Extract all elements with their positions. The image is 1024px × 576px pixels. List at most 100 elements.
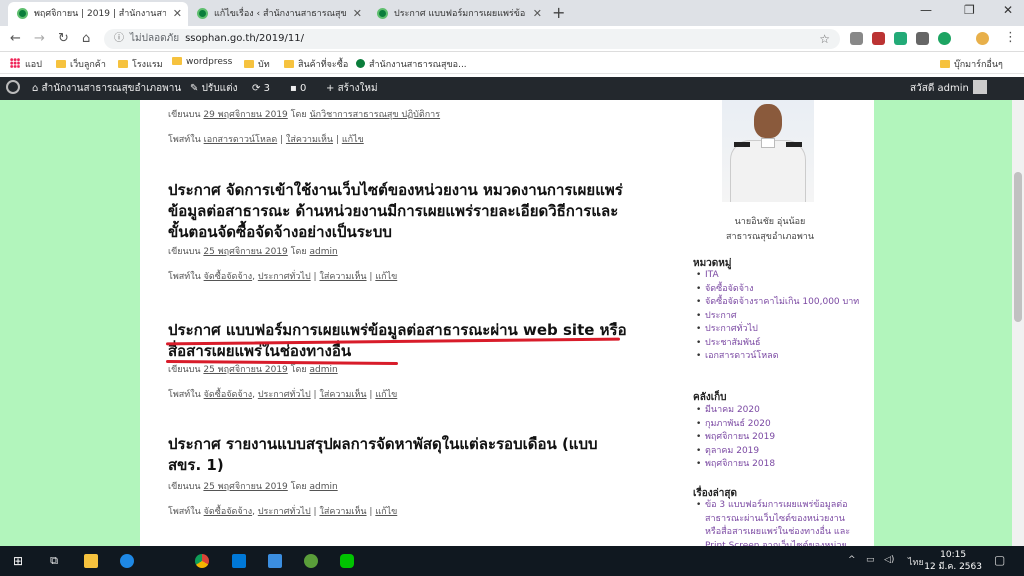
pdf-extension-icon[interactable] bbox=[872, 32, 885, 45]
close-tab-icon[interactable]: ✕ bbox=[353, 2, 362, 26]
category-link[interactable]: ประกาศทั่วไป bbox=[258, 272, 311, 282]
grammarly-extension-icon[interactable] bbox=[938, 32, 951, 45]
comment-link[interactable]: ใส่ความเห็น bbox=[319, 507, 366, 517]
chrome-icon[interactable] bbox=[195, 554, 209, 568]
app-icon[interactable] bbox=[304, 554, 318, 568]
bookmark-site[interactable]: สำนักงานสาธารณสุขอ... bbox=[356, 57, 467, 71]
bookmark-folder[interactable]: เว็บลูกค้า bbox=[56, 57, 106, 71]
category-item[interactable]: ประกาศทั่วไป bbox=[693, 323, 863, 337]
windows-start-icon[interactable]: ⊞ bbox=[8, 546, 28, 576]
edge-browser-icon[interactable] bbox=[120, 554, 134, 568]
edit-link[interactable]: แก้ไข bbox=[342, 135, 364, 145]
post-date-link[interactable]: 29 พฤศจิกายน 2019 bbox=[203, 110, 287, 120]
extension-icon[interactable] bbox=[916, 32, 929, 45]
maximize-button[interactable]: ❐ bbox=[964, 3, 975, 17]
store-icon[interactable] bbox=[232, 554, 246, 568]
clock-time: 10:15 bbox=[940, 550, 967, 560]
notification-icon[interactable]: ▢ bbox=[994, 553, 1005, 567]
author-link[interactable]: admin bbox=[309, 365, 337, 375]
extension-icon[interactable] bbox=[850, 32, 863, 45]
comment-link[interactable]: ใส่ความเห็น bbox=[286, 135, 333, 145]
archive-item[interactable]: กุมภาพันธ์ 2020 bbox=[693, 418, 863, 432]
category-item[interactable]: ประกาศ bbox=[693, 310, 863, 324]
category-item[interactable]: ประชาสัมพันธ์ bbox=[693, 337, 863, 351]
photo-epaulette bbox=[786, 142, 802, 147]
post-title[interactable]: ประกาศ รายงานแบบสรุปผลการจัดหาพัสดุในแต่… bbox=[168, 434, 628, 476]
category-item[interactable]: เอกสารดาวน์โหลด bbox=[693, 350, 863, 364]
author-link[interactable]: admin bbox=[309, 247, 337, 257]
close-tab-icon[interactable]: ✕ bbox=[173, 2, 182, 26]
wordpress-logo-icon[interactable] bbox=[6, 77, 20, 100]
category-item[interactable]: ITA bbox=[693, 269, 863, 283]
forward-arrow-icon[interactable]: → bbox=[34, 31, 45, 46]
tab-3[interactable]: ประกาศ แบบฟอร์มการเผยแพร่ข้อมูลต่ ✕ bbox=[368, 2, 548, 26]
extension-icon[interactable] bbox=[894, 32, 907, 45]
category-link[interactable]: จัดซื้อจัดจ้าง bbox=[204, 507, 252, 517]
archive-item[interactable]: ตุลาคม 2019 bbox=[693, 445, 863, 459]
archive-item[interactable]: พฤศจิกายน 2019 bbox=[693, 431, 863, 445]
archive-item[interactable]: พฤศจิกายน 2018 bbox=[693, 458, 863, 472]
bookmark-other[interactable]: บุ๊กมาร์กอื่นๆ bbox=[940, 57, 1003, 71]
close-tab-icon[interactable]: ✕ bbox=[533, 2, 542, 26]
back-arrow-icon[interactable]: ← bbox=[10, 31, 21, 46]
bookmark-folder[interactable]: wordpress bbox=[172, 57, 232, 67]
bookmark-apps[interactable]: แอป bbox=[10, 57, 42, 71]
author-link[interactable]: นักวิชาการสาธารณสุข ปฏิบัติการ bbox=[309, 110, 440, 120]
author-link[interactable]: admin bbox=[309, 482, 337, 492]
reload-icon[interactable]: ↻ bbox=[58, 31, 69, 46]
folder-icon bbox=[284, 60, 294, 68]
line-app-icon[interactable] bbox=[340, 554, 354, 568]
new-tab-button[interactable]: + bbox=[552, 3, 565, 22]
home-icon[interactable]: ⌂ bbox=[82, 31, 90, 46]
category-link[interactable]: ประกาศทั่วไป bbox=[258, 507, 311, 517]
admin-updates[interactable]: ⟳ 3 bbox=[252, 77, 270, 100]
post-date-link[interactable]: 25 พฤศจิกายน 2019 bbox=[203, 482, 287, 492]
category-link[interactable]: เอกสารดาวน์โหลด bbox=[204, 135, 278, 145]
edit-link[interactable]: แก้ไข bbox=[375, 272, 397, 282]
page-scrollbar[interactable] bbox=[1012, 100, 1024, 546]
post-date-link[interactable]: 25 พฤศจิกายน 2019 bbox=[203, 247, 287, 257]
category-item[interactable]: จัดซื้อจัดจ้างราคาไม่เกิน 100,000 บาท bbox=[693, 296, 863, 310]
edit-link[interactable]: แก้ไข bbox=[375, 390, 397, 400]
bookmark-folder[interactable]: สินค้าที่จะซื้อ bbox=[284, 57, 348, 71]
bookmark-folder[interactable]: บัท bbox=[244, 57, 270, 71]
recent-post-item[interactable]: ข้อ 3 แบบฟอร์มการเผยแพร่ข้อมูลต่อสาธารณะ… bbox=[693, 499, 853, 546]
category-item[interactable]: จัดซื้อจัดจ้าง bbox=[693, 283, 863, 297]
tray-chevron-icon[interactable]: ^ bbox=[848, 555, 856, 565]
bookmark-folder[interactable]: โรงแรม bbox=[118, 57, 163, 71]
post-footer: โพสท์ใน จัดซื้อจัดจ้าง, ประกาศทั่วไป | ใ… bbox=[168, 507, 398, 517]
input-language[interactable]: ไทย bbox=[908, 555, 924, 569]
scrollbar-thumb[interactable] bbox=[1014, 172, 1022, 322]
tab-1[interactable]: พฤศจิกายน | 2019 | สำนักงานสาธารณ ✕ bbox=[8, 2, 188, 26]
menu-kebab-icon[interactable]: ⋮ bbox=[1004, 30, 1017, 45]
post-date-link[interactable]: 25 พฤศจิกายน 2019 bbox=[203, 365, 287, 375]
archive-item[interactable]: มีนาคม 2020 bbox=[693, 404, 863, 418]
address-bar[interactable]: ⓘ ไม่ปลอดภัย ssophan.go.th/2019/11/ ☆ bbox=[104, 29, 840, 49]
admin-comments[interactable]: ▪ 0 bbox=[290, 77, 306, 100]
close-window-button[interactable]: ✕ bbox=[1003, 3, 1013, 17]
comment-link[interactable]: ใส่ความเห็น bbox=[319, 272, 366, 282]
admin-new[interactable]: + สร้างใหม่ bbox=[326, 77, 378, 100]
file-explorer-icon[interactable] bbox=[84, 554, 98, 568]
category-link[interactable]: จัดซื้อจัดจ้าง bbox=[204, 272, 252, 282]
photo-epaulette bbox=[734, 142, 750, 147]
system-clock[interactable]: 10:15 12 มี.ค. 2563 bbox=[924, 549, 982, 573]
bookmark-star-icon[interactable]: ☆ bbox=[819, 29, 830, 49]
tab-2[interactable]: แก้ไขเรื่อง ‹ สำนักงานสาธารณสุขอำเภ ✕ bbox=[188, 2, 368, 26]
category-link[interactable]: ประกาศทั่วไป bbox=[258, 390, 311, 400]
volume-icon[interactable]: ◁) bbox=[884, 555, 894, 565]
minimize-button[interactable]: — bbox=[920, 3, 932, 17]
site-favicon-icon bbox=[17, 8, 28, 19]
info-icon[interactable]: ⓘ bbox=[114, 33, 124, 44]
mail-icon[interactable] bbox=[268, 554, 282, 568]
profile-avatar[interactable] bbox=[976, 32, 989, 45]
post-title[interactable]: ประกาศ จัดการเข้าใช้งานเว็บไซต์ของหน่วยง… bbox=[168, 180, 628, 243]
admin-customize[interactable]: ✎ ปรับแต่ง bbox=[190, 77, 237, 100]
task-view-icon[interactable]: ⧉ bbox=[44, 546, 64, 576]
network-icon[interactable]: ▭ bbox=[866, 555, 875, 565]
admin-account[interactable]: สวัสดี admin bbox=[910, 77, 987, 100]
comment-link[interactable]: ใส่ความเห็น bbox=[319, 390, 366, 400]
admin-site-name[interactable]: ⌂ สำนักงานสาธารณสุขอำเภอพาน bbox=[32, 77, 181, 100]
category-link[interactable]: จัดซื้อจัดจ้าง bbox=[204, 390, 252, 400]
edit-link[interactable]: แก้ไข bbox=[375, 507, 397, 517]
